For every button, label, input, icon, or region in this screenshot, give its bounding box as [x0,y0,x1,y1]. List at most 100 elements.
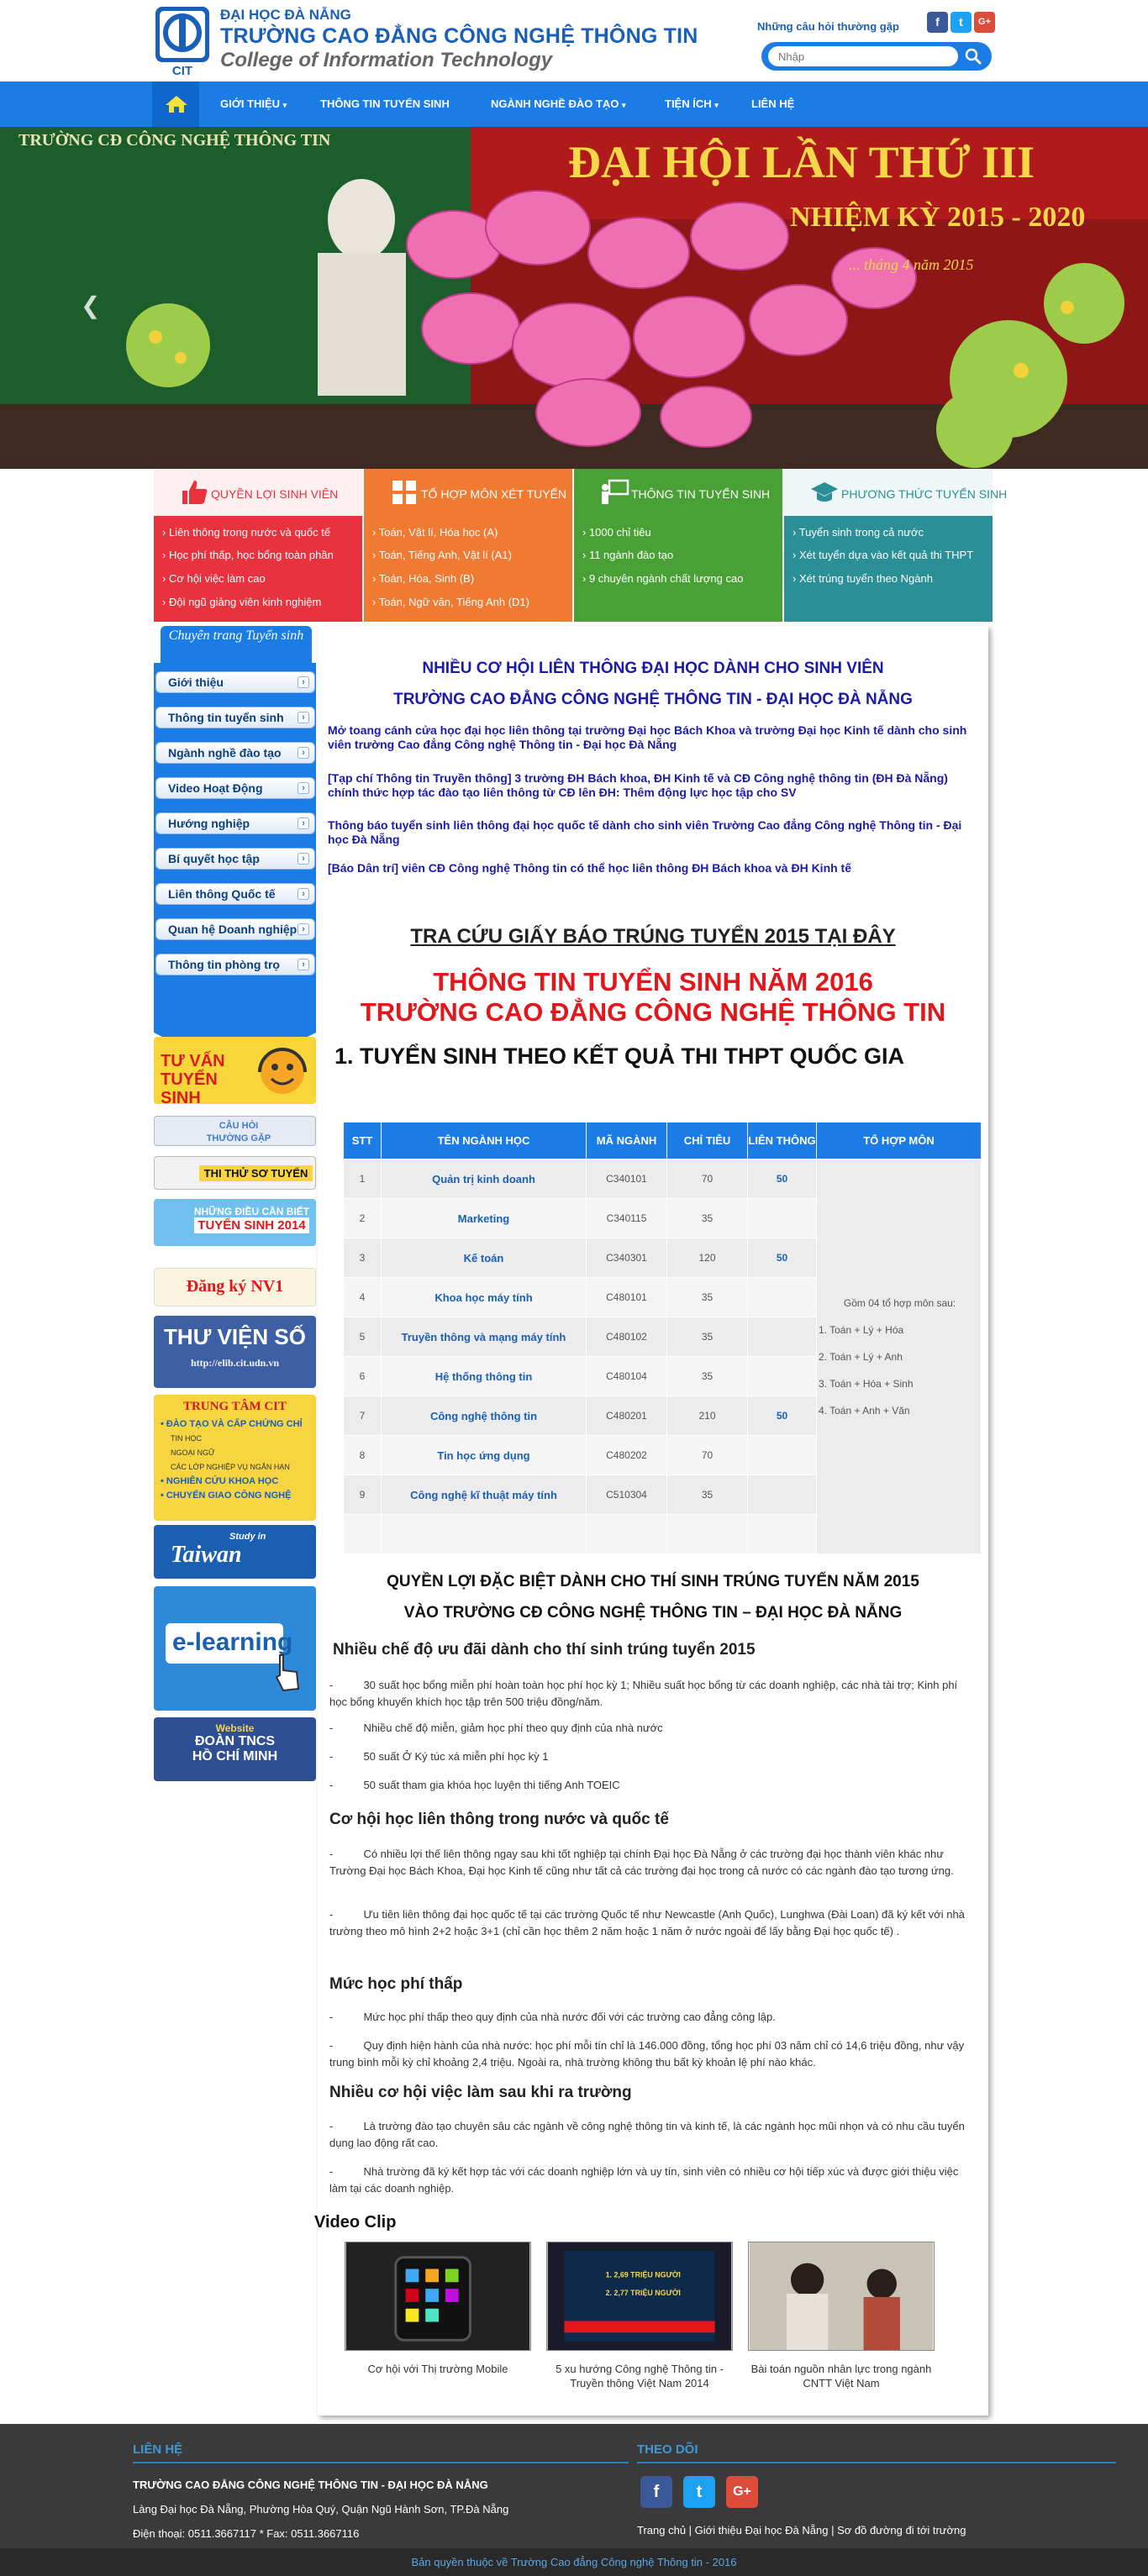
banner-school-tag: TRƯỜNG CĐ CÔNG NGHỆ THÔNG TIN [18,129,331,150]
major-name[interactable]: Marketing [381,1198,587,1238]
column-header: TÊN NGÀNH HỌC [381,1122,587,1159]
benefit-item: - Nhà trường đã ký kết hợp tác với các d… [329,2165,959,2195]
facebook-icon[interactable]: f [927,12,948,33]
sidebar-item-bi-quyet[interactable]: Bí quyết học tập › [155,848,315,870]
major-name[interactable]: Công nghệ kĩ thuật máy tính [381,1475,587,1515]
banner-term: NHIỆM KỲ 2015 - 2020 [790,201,1085,233]
main-nav: GIỚI THIỆU ▾ THÔNG TIN TUYỂN SINH NGÀNH … [0,81,1148,127]
video-thumbnail-trends[interactable]: 1. 2,69 TRIỆU NGƯỜI 2. 2,77 TRIỆU NGƯỜI [546,2242,733,2351]
promo-thi-thu[interactable]: THI THỬ SƠ TUYỂN [154,1156,316,1190]
tra-cuu-link[interactable]: TRA CỨU GIẤY BÁO TRÚNG TUYỂN 2015 TẠI ĐÂ… [318,925,988,949]
org-name[interactable]: TRƯỜNG CAO ĐẲNG CÔNG NGHỆ THÔNG TIN [220,24,698,49]
org-top-label: ĐẠI HỌC ĐÀ NẴNG [220,7,351,23]
thumbs-up-icon [182,481,208,504]
nav-lien-he[interactable]: LIÊN HỆ [751,81,794,127]
slider-prev-arrow[interactable]: ❮ [81,293,101,318]
video-item[interactable]: 1. 2,69 TRIỆU NGƯỜI 2. 2,77 TRIỆU NGƯỜI 5… [546,2242,733,2390]
promo-study-in-taiwan[interactable]: Study in Taiwan [154,1525,316,1579]
twitter-icon[interactable]: t [683,2476,715,2508]
news-link[interactable]: Mở toang cánh cửa học đại học liên thông… [328,723,975,752]
nav-gioi-thieu[interactable]: GIỚI THIỆU ▾ [220,81,287,127]
feature-line: › Đội ngũ giảng viên kinh nghiệm [162,596,322,608]
benefit-heading: Cơ hội học liên thông trong nước và quốc… [329,1811,669,1828]
feature-line: › Học phí thấp, học bổng toàn phần [162,549,334,561]
sidebar-item-huong-nghiep[interactable]: Hướng nghiệp › [155,812,315,834]
footer-divider [133,2462,629,2463]
major-name[interactable]: Hệ thống thông tin [381,1356,587,1396]
promo-dang-ky[interactable]: Đăng ký NV1 [154,1268,316,1306]
video-overlay-line: 1. 2,69 TRIỆU NGƯỜI [606,2269,681,2279]
graduation-cap-icon [811,482,838,502]
news-link[interactable]: [Tạp chí Thông tin Truyền thông] 3 trườn… [328,771,975,800]
sidebar-item-lien-thong[interactable]: Liên thông Quốc tế › [155,883,315,905]
feature-header: PHƯƠNG THỨC TUYỂN SINH [784,469,1007,516]
chevron-right-icon: › [298,959,309,970]
video-thumbnail-mobile[interactable] [345,2242,531,2351]
benefit-item: - 50 suất tham gia khóa học luyện thi ti… [329,1779,620,1791]
home-button[interactable] [152,81,199,127]
google-plus-icon[interactable]: G+ [726,2476,758,2508]
search-icon[interactable] [963,47,983,66]
promo-faq[interactable]: CÂU HỎI THƯỜNG GẶP [154,1116,316,1146]
faq-link[interactable]: Những câu hỏi thường gặp [757,20,899,33]
major-name[interactable]: Khoa học máy tính [381,1277,587,1317]
sidebar-item-video[interactable]: Video Hoạt Động › [155,777,315,799]
video-thumbnail-nhan-luc[interactable] [748,2242,935,2351]
feature-to-hop-mon[interactable]: TỔ HỢP MÔN XÉT TUYỂN › Toán, Vật lí, Hóa… [364,469,572,622]
sidebar-item-nganh-nghe[interactable]: Ngành nghề đào tạo › [155,742,315,764]
twitter-icon[interactable]: t [951,12,972,33]
promo-tu-van[interactable]: TƯ VẤN TUYỂN SINH [154,1037,316,1104]
benefit-heading: Mức học phí thấp [329,1975,463,1993]
hero-slider[interactable]: TRƯỜNG CĐ CÔNG NGHỆ THÔNG TIN ĐẠI HỘI LẦ… [0,127,1148,469]
major-name[interactable]: Công nghệ thông tin [381,1396,587,1436]
main-content: NHIỀU CƠ HỘI LIÊN THÔNG ĐẠI HỌC DÀNH CHO… [318,626,988,2416]
feature-line: › 1000 chỉ tiêu [582,526,651,539]
feature-line: › Toán, Ngữ văn, Tiếng Anh (D1) [372,596,529,608]
video-caption: Bài toán nguồn nhân lực trong ngành CNTT… [750,2363,932,2389]
video-caption: Cơ hội với Thị trường Mobile [367,2363,508,2375]
major-name[interactable]: Kế toán [381,1238,587,1278]
video-item[interactable]: Cơ hội với Thị trường Mobile [345,2242,531,2376]
chevron-right-icon: › [298,747,309,759]
feature-title: THÔNG TIN TUYỂN SINH [631,487,771,501]
feature-thong-tin[interactable]: THÔNG TIN TUYỂN SINH › 1000 chỉ tiêu › 1… [574,469,782,622]
search-input[interactable] [768,46,958,66]
column-header: CHỈ TIÊU [666,1122,748,1159]
news-link[interactable]: [Báo Dân trí] viên CĐ Công nghệ Thông ti… [328,861,975,875]
google-plus-icon[interactable]: G+ [974,12,995,33]
sidebar-item-gioi-thieu[interactable]: Giới thiệu › [155,671,315,693]
column-header: MÃ NGÀNH [586,1122,667,1159]
promo-dang-ky-text: Đăng ký NV1 [186,1277,284,1296]
major-name[interactable]: Tin học ứng dụng [381,1435,587,1475]
sidebar-item-quan-he[interactable]: Quan hệ Doanh nghiệp › [155,918,315,940]
nav-tien-ich[interactable]: TIỆN ÍCH ▾ [665,81,719,127]
major-name[interactable]: Truyền thông và mạng máy tính [381,1317,587,1357]
banner-illustration: TRƯỜNG CĐ CÔNG NGHỆ THÔNG TIN ĐẠI HỘI LẦ… [0,127,1148,469]
feature-phuong-thuc[interactable]: PHƯƠNG THỨC TUYỂN SINH › Tuyển sinh tron… [784,469,1007,622]
promo-thu-vien-so[interactable]: THƯ VIỆN SỐ http://elib.cit.udn.vn [154,1316,316,1388]
major-name[interactable]: Quản trị kinh doanh [381,1159,587,1199]
facebook-icon[interactable]: f [640,2476,672,2508]
footer-phone: Điện thoại: 0511.3667117 * Fax: 0511.366… [133,2527,360,2540]
news-link[interactable]: Thông báo tuyển sinh liên thông đại học … [328,818,975,847]
college-logo[interactable]: CIT [154,5,211,77]
sidebar-item-phong-tro[interactable]: Thông tin phòng trọ › [155,954,315,975]
promo-doan-line-2: ĐOÀN TNCS [194,1734,276,1748]
feature-quyen-loi[interactable]: QUYỀN LỢI SINH VIÊN › Liên thông trong n… [154,469,362,622]
chevron-right-icon: › [298,712,309,723]
promo-taiwan-line-2: Taiwan [171,1542,242,1568]
promo-dieu-can-biet[interactable]: NHỮNG ĐIỀU CẦN BIẾT TUYỂN SINH 2014 [154,1199,316,1246]
nav-nganh-nghe-dao-tao[interactable]: NGÀNH NGHỀ ĐÀO TẠO ▾ [491,81,626,127]
table-row: 1 Quản trị kinh doanh C340101 70 50 Gồm 04 t… [343,1159,982,1554]
nav-thong-tin-tuyen-sinh[interactable]: THÔNG TIN TUYỂN SINH [320,81,450,127]
feature-title: TỔ HỢP MÔN XÉT TUYỂN [421,487,567,501]
sidebar-item-thong-tin-tuyen-sinh[interactable]: Thông tin tuyển sinh › [155,707,315,728]
red-title-2: TRƯỜNG CAO ĐẲNG CÔNG NGHỆ THÔNG TIN [360,997,946,1027]
promo-trung-tam-list: • ĐÀO TẠO VÀ CẤP CHỨNG CHỈ TIN HỌC NGOẠI… [161,1419,303,1501]
promo-doan-tncs[interactable]: Website ĐOÀN TNCS HỒ CHÍ MINH [154,1717,316,1781]
footer-links[interactable]: Trang chủ | Giới thiệu Đại học Đà Nẵng |… [637,2524,966,2537]
promo-dieu-can-biet-line-1: NHỮNG ĐIỀU CẦN BIẾT [193,1206,310,1217]
video-item[interactable]: Bài toán nguồn nhân lực trong ngành CNTT… [748,2242,935,2390]
promo-e-learning[interactable]: e-learning [154,1586,316,1711]
promo-trung-tam-cit[interactable]: TRUNG TÂM CIT • ĐÀO TẠO VÀ CẤP CHỨNG CHỈ… [154,1395,316,1521]
